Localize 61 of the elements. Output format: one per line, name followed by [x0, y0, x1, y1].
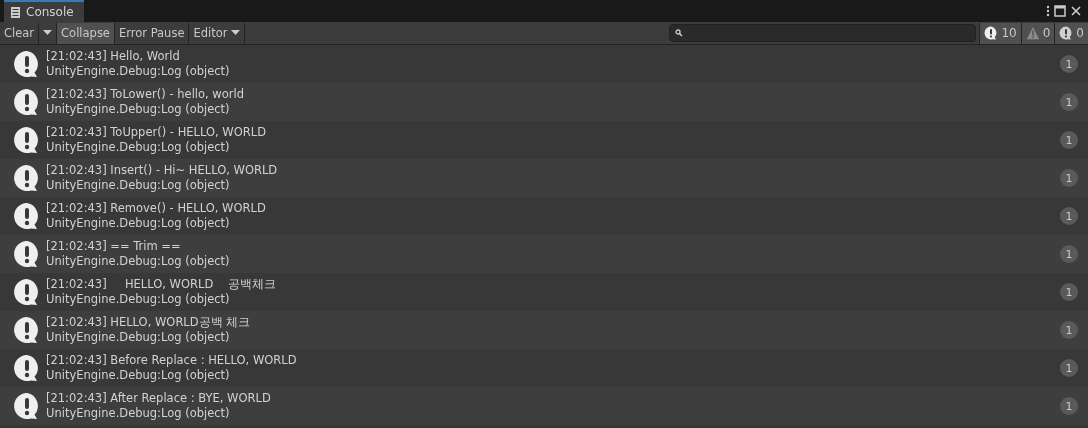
log-bubble-icon [13, 354, 41, 382]
stack-trace: UnityEngine.Debug:Log (object) [46, 292, 230, 307]
log-message: [21:02:43] Insert() - Hi~ HELLO, WORLD [46, 163, 278, 178]
log-message: [21:02:43] Before Replace : HELLO, WORLD [46, 353, 297, 368]
log-entry[interactable]: [21:02:43] After Replace : BYE, WORLD UnityEngine.Debug:Log (object) 1 [0, 387, 1088, 425]
more-options-icon[interactable] [1046, 5, 1050, 17]
caret-icon [43, 30, 53, 36]
stack-trace: UnityEngine.Debug:Log (object) [46, 102, 230, 117]
log-entry[interactable]: [21:02:43] HELLO, WORLD공백 체크 UnityEngine.Debug:Log (object) 1 [0, 311, 1088, 349]
log-bubble-icon [13, 126, 41, 154]
log-message: [21:02:43] Hello, World [46, 49, 180, 64]
search-field[interactable] [669, 24, 977, 42]
stack-trace: UnityEngine.Debug:Log (object) [46, 178, 230, 193]
log-bubble-icon [13, 278, 41, 306]
maximize-icon[interactable] [1054, 5, 1066, 17]
log-count-toggle[interactable]: 10 [979, 22, 1021, 44]
info-bubble-icon [984, 26, 999, 40]
count-badge: 1 [1060, 283, 1078, 301]
log-message: [21:02:43] Remove() - HELLO, WORLD [46, 201, 266, 216]
warning-icon [1025, 26, 1040, 40]
count-badge: 1 [1060, 359, 1078, 377]
stack-trace: UnityEngine.Debug:Log (object) [46, 64, 230, 79]
count-badge: 1 [1060, 131, 1078, 149]
count-badge: 1 [1060, 245, 1078, 263]
toggle-button[interactable]: Collapse [57, 22, 115, 44]
log-message: [21:02:43] ToUpper() - HELLO, WORLD [46, 125, 266, 140]
log-count-toggle[interactable]: 0 [1020, 22, 1055, 44]
log-bubble-icon [13, 240, 41, 268]
log-bubble-icon [13, 50, 41, 78]
log-bubble-icon [13, 88, 41, 116]
log-entry[interactable]: [21:02:43] == Trim == UnityEngine.Debug:Log (object) 1 [0, 235, 1088, 273]
count-badge: 1 [1060, 55, 1078, 73]
stack-trace: UnityEngine.Debug:Log (object) [46, 140, 230, 155]
count-badge: 1 [1060, 397, 1078, 415]
log-message: [21:02:43] After Replace : BYE, WORLD [46, 391, 271, 406]
stack-trace: UnityEngine.Debug:Log (object) [46, 368, 230, 383]
log-message: [21:02:43] == Trim == [46, 239, 181, 254]
log-entry[interactable]: [21:02:43] Insert() - Hi~ HELLO, WORLD UnityEngine.Debug:Log (object) 1 [0, 159, 1088, 197]
close-icon[interactable] [1070, 5, 1082, 17]
log-count-toggle[interactable]: 0 [1054, 22, 1088, 44]
count-badge: 1 [1060, 93, 1078, 111]
log-message: [21:02:43] HELLO, WORLD 공백체크 [46, 277, 276, 292]
log-bubble-icon [13, 392, 41, 420]
log-message: [21:02:43] ToLower() - hello, world [46, 87, 245, 102]
log-bubble-icon [13, 316, 41, 344]
count-badge: 1 [1060, 169, 1078, 187]
console-icon [10, 6, 21, 18]
log-entry[interactable]: [21:02:43] ToLower() - hello, world UnityEngine.Debug:Log (object) 1 [0, 83, 1088, 121]
count-badge: 1 [1060, 321, 1078, 339]
stack-trace: UnityEngine.Debug:Log (object) [46, 254, 230, 269]
count-badge: 1 [1060, 207, 1078, 225]
log-message: [21:02:43] HELLO, WORLD공백 체크 [46, 315, 251, 330]
stack-trace: UnityEngine.Debug:Log (object) [46, 406, 230, 421]
log-bubble-icon [13, 164, 41, 192]
caret-icon [230, 30, 240, 36]
log-bubble-icon [13, 202, 41, 230]
error-bubble-icon [1059, 26, 1074, 40]
console-tab[interactable]: Console [4, 0, 84, 22]
search-icon [675, 29, 684, 37]
stack-trace: UnityEngine.Debug:Log (object) [46, 216, 230, 231]
stack-trace: UnityEngine.Debug:Log (object) [46, 330, 230, 345]
